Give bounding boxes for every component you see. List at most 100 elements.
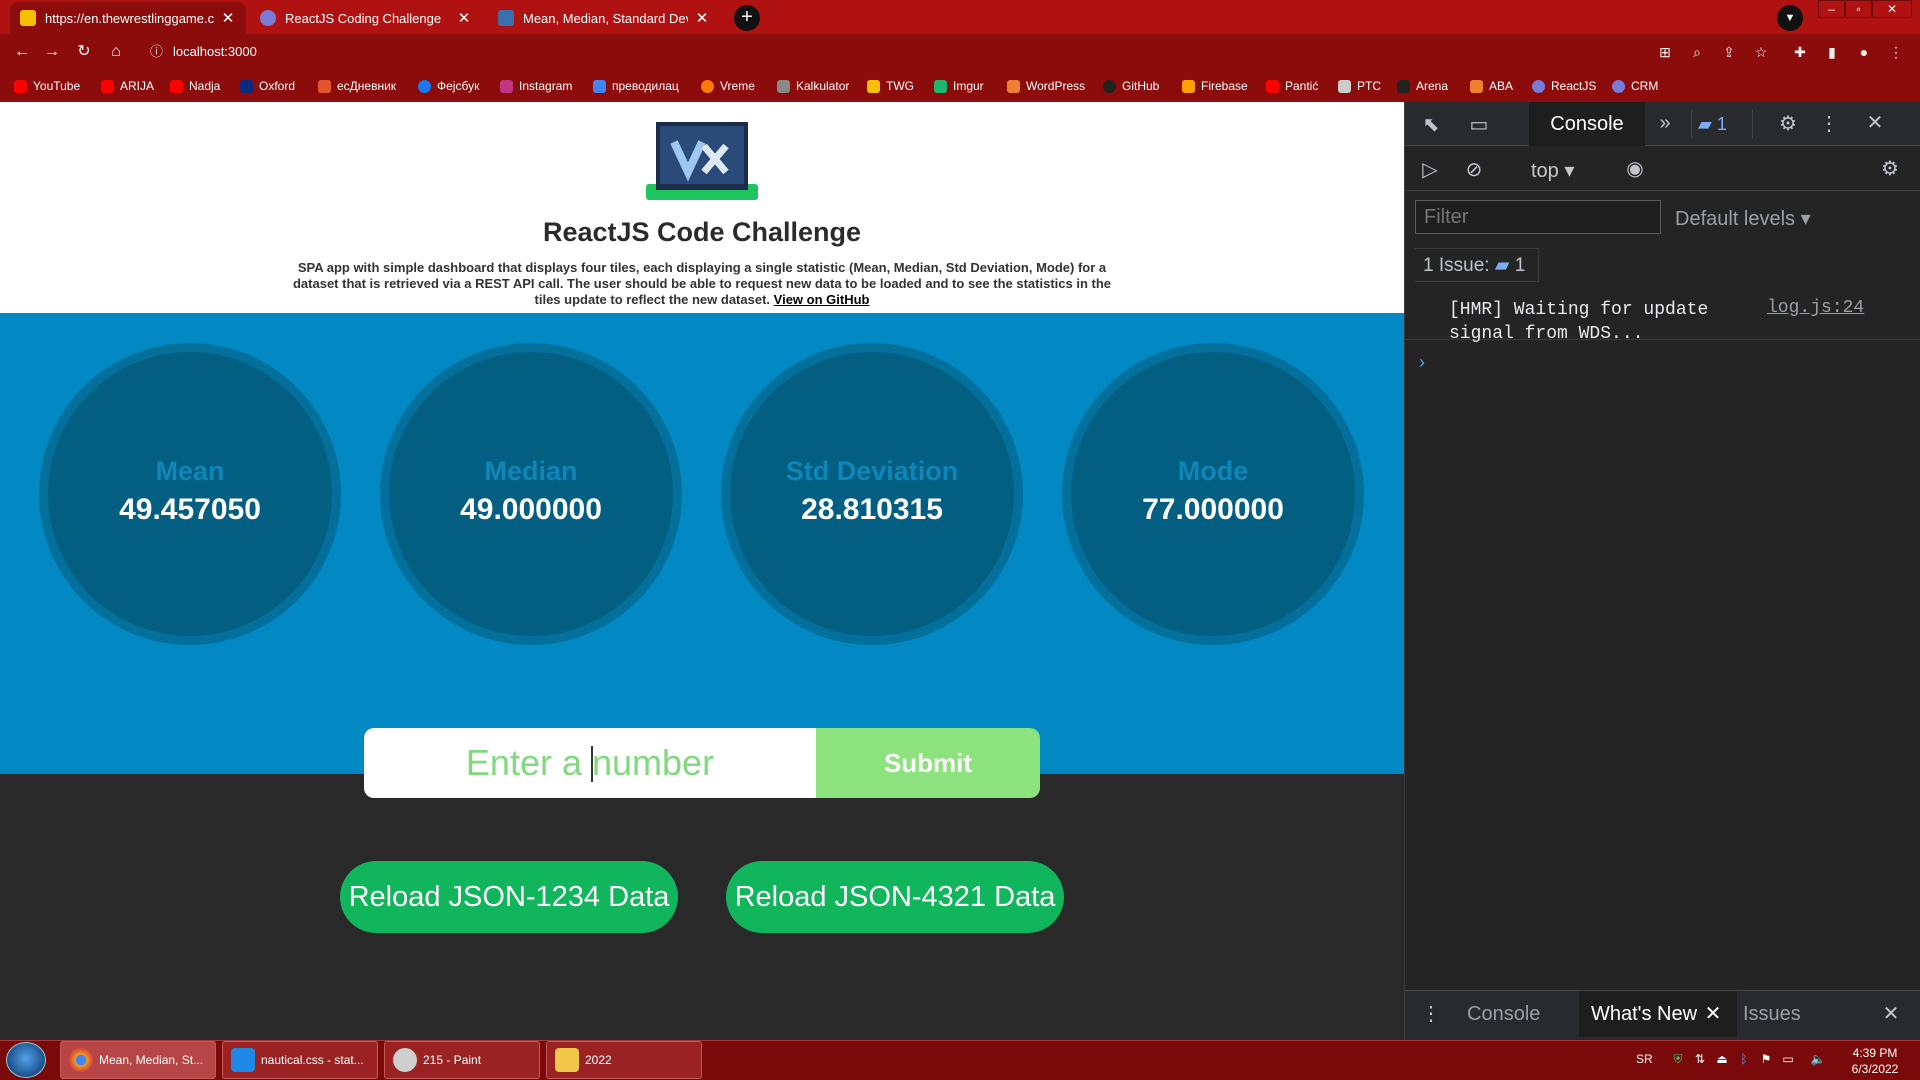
action-center-flag-icon[interactable]: ⚑: [1758, 1052, 1774, 1068]
close-tab-icon[interactable]: ✕: [456, 9, 472, 27]
bookmark-github[interactable]: GitHub: [1103, 76, 1159, 96]
message-icon: ▰: [1494, 255, 1510, 276]
security-shield-icon[interactable]: ⛨: [1670, 1052, 1686, 1068]
drawer-tab-issues[interactable]: Issues: [1731, 991, 1813, 1037]
profile-avatar-icon[interactable]: ●: [1854, 42, 1874, 62]
bookmark-firebase[interactable]: Firebase: [1182, 76, 1248, 96]
close-tab-icon[interactable]: ✕: [694, 9, 710, 27]
clock-date[interactable]: 6/3/2022: [1840, 1062, 1910, 1076]
display-icon[interactable]: ▭: [1780, 1052, 1796, 1068]
reload-json-1234-button[interactable]: Reload JSON-1234 Data: [340, 861, 678, 933]
home-icon[interactable]: ⌂: [106, 42, 126, 62]
bookmark-facebook[interactable]: Фејсбук: [418, 76, 479, 96]
bookmark-aba[interactable]: ABA: [1470, 76, 1513, 96]
network-icon[interactable]: ⇅: [1692, 1052, 1708, 1068]
close-whats-new-icon[interactable]: ✕: [1703, 1001, 1723, 1026]
bookmark-label: ABA: [1489, 79, 1514, 93]
tab-console[interactable]: Console: [1529, 102, 1645, 146]
back-arrow-icon[interactable]: ←: [12, 42, 32, 62]
tab-reactjs-challenge[interactable]: ReactJS Coding Challenge ✕: [250, 2, 482, 34]
taskbar-item-paint[interactable]: 215 - Paint: [384, 1041, 540, 1079]
live-expression-eye-icon[interactable]: ◉: [1621, 156, 1649, 181]
zoom-icon[interactable]: ⌕: [1687, 42, 1707, 62]
taskbar-item-chrome[interactable]: Mean, Median, St...: [60, 1041, 216, 1079]
bookmark-nadja[interactable]: Nadja: [170, 76, 220, 96]
new-tab-plus-icon[interactable]: +: [734, 5, 760, 31]
page-title: ReactJS Code Challenge: [542, 217, 862, 247]
issues-link[interactable]: 1 Issue: ▰ 1: [1415, 248, 1539, 282]
reload-json-4321-button[interactable]: Reload JSON-4321 Data: [726, 861, 1064, 933]
drawer-menu-icon[interactable]: ⋮: [1421, 1001, 1441, 1026]
bookmark-translator[interactable]: преводилац: [593, 76, 679, 96]
language-indicator[interactable]: SR: [1636, 1052, 1653, 1066]
close-drawer-icon[interactable]: ✕: [1879, 1001, 1903, 1026]
maximize-window-icon[interactable]: ▫: [1845, 0, 1872, 18]
close-tab-icon[interactable]: ✕: [220, 9, 236, 27]
bookmark-esdnevnik[interactable]: есДневник: [318, 76, 396, 96]
bookmark-star-icon[interactable]: ☆: [1751, 42, 1771, 62]
log-levels-dropdown[interactable]: Default levels ▾: [1675, 206, 1811, 231]
address-bar[interactable]: [140, 40, 1680, 64]
bookmark-instagram[interactable]: Instagram: [500, 76, 572, 96]
tab-wrestling-game[interactable]: https://en.thewrestlinggame.com ✕: [10, 2, 246, 34]
bookmark-kalkulator[interactable]: Kalkulator: [777, 76, 849, 96]
bookmark-youtube[interactable]: YouTube: [14, 76, 80, 96]
extensions-puzzle-icon[interactable]: ✚: [1790, 42, 1810, 62]
volume-icon[interactable]: 🔈: [1810, 1052, 1826, 1068]
bookmark-label: Firebase: [1201, 79, 1248, 93]
reload-icon[interactable]: ↻: [74, 42, 94, 62]
bookmark-vreme[interactable]: Vreme: [701, 76, 755, 96]
usb-icon[interactable]: ⏏: [1714, 1052, 1730, 1068]
device-toolbar-icon[interactable]: ▭: [1467, 112, 1491, 137]
minimize-window-icon[interactable]: –: [1818, 0, 1845, 18]
tab-mean-median[interactable]: Mean, Median, Standard Deviatio ✕: [488, 2, 720, 34]
settings-gear-icon[interactable]: ⚙: [1775, 111, 1801, 136]
log-source-link[interactable]: log.js:24: [1767, 298, 1864, 318]
show-sidebar-icon[interactable]: ▷: [1417, 157, 1443, 182]
console-settings-gear-icon[interactable]: ⚙: [1877, 156, 1903, 181]
inspect-element-icon[interactable]: ⬉: [1419, 112, 1443, 137]
bookmark-arija[interactable]: ARIJA: [101, 76, 154, 96]
taskbar-item-vscode[interactable]: nautical.css - stat...: [222, 1041, 378, 1079]
address-bar-url[interactable]: localhost:3000: [173, 44, 257, 59]
issues-label: 1 Issue:: [1423, 255, 1490, 276]
start-button-windows-icon[interactable]: [6, 1042, 46, 1078]
context-selector[interactable]: top ▾: [1531, 158, 1574, 183]
bookmark-wordpress[interactable]: WordPress: [1007, 76, 1085, 96]
console-prompt-chevron-icon[interactable]: ›: [1419, 352, 1425, 373]
close-window-icon[interactable]: ✕: [1872, 0, 1912, 18]
bookmark-twg[interactable]: TWG: [867, 76, 914, 96]
close-devtools-icon[interactable]: ✕: [1863, 110, 1887, 135]
bookmark-reactjs[interactable]: ReactJS: [1532, 76, 1596, 96]
clear-console-icon[interactable]: ⊘: [1461, 157, 1487, 182]
view-on-github-link[interactable]: View on GitHub: [774, 292, 870, 307]
bookmark-label: Фејсбук: [437, 79, 480, 93]
tile-value: 77.000000: [1142, 493, 1284, 526]
bookmark-imgur[interactable]: Imgur: [934, 76, 984, 96]
bookmark-oxford[interactable]: Oxford: [240, 76, 295, 96]
taskbar-item-label: Mean, Median, St...: [99, 1053, 204, 1067]
browser-menu-icon[interactable]: ⋮: [1886, 42, 1906, 62]
taskbar-item-folder[interactable]: 2022: [546, 1041, 702, 1079]
translate-icon[interactable]: ⊞: [1655, 42, 1675, 62]
console-filter-input[interactable]: [1415, 200, 1661, 234]
bookmark-crm[interactable]: CRM: [1612, 76, 1658, 96]
devtools-menu-icon[interactable]: ⋮: [1819, 111, 1839, 136]
instagram-icon: [500, 79, 513, 93]
number-input[interactable]: [364, 728, 816, 798]
issues-badge[interactable]: ▰ 1: [1691, 110, 1753, 138]
tab-search-chevron-icon[interactable]: ▼: [1777, 5, 1803, 31]
site-info-icon[interactable]: ⓘ: [150, 41, 168, 59]
side-panel-icon[interactable]: ▮: [1822, 42, 1842, 62]
clock-time[interactable]: 4:39 PM: [1840, 1046, 1910, 1060]
forward-arrow-icon[interactable]: →: [42, 42, 62, 62]
bluetooth-icon[interactable]: ᛒ: [1736, 1052, 1752, 1068]
tile-value: 49.000000: [460, 493, 602, 526]
submit-button[interactable]: Submit: [816, 728, 1040, 798]
more-tabs-chevron-icon[interactable]: »: [1653, 112, 1677, 135]
drawer-tab-console[interactable]: Console: [1455, 991, 1552, 1037]
bookmark-arena[interactable]: Arena: [1397, 76, 1448, 96]
bookmark-ptc[interactable]: PTC: [1338, 76, 1381, 96]
share-icon[interactable]: ⇪: [1719, 42, 1739, 62]
bookmark-pantic[interactable]: Pantić: [1266, 76, 1318, 96]
